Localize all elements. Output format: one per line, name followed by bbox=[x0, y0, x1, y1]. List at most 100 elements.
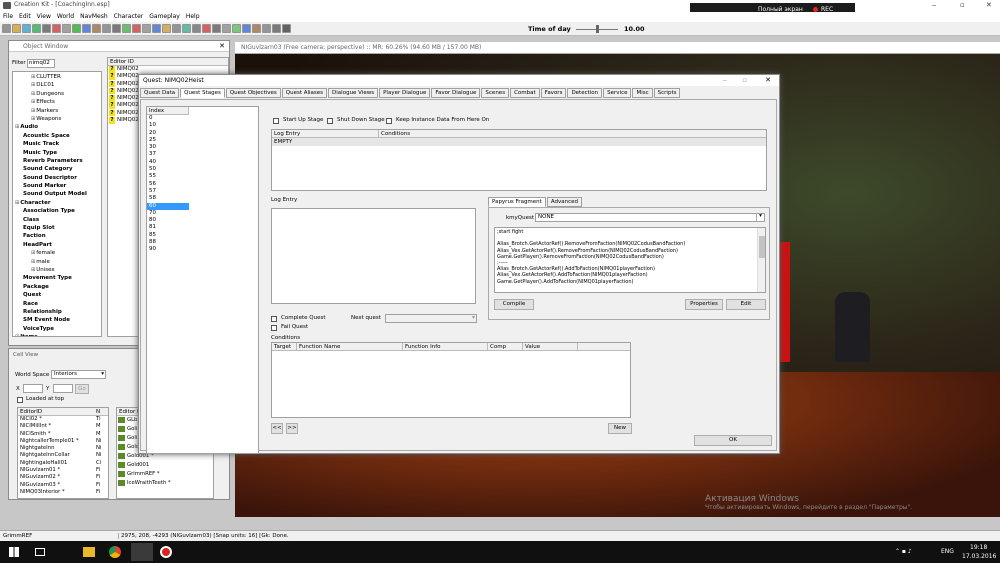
ok-button[interactable]: OK bbox=[694, 435, 772, 446]
stage-index-item[interactable]: 60 bbox=[147, 202, 189, 210]
tree-item[interactable]: ⊞Markers bbox=[13, 107, 101, 115]
tree-item[interactable]: VoiceType bbox=[13, 325, 101, 333]
toolbar-tool-icon[interactable] bbox=[162, 24, 171, 33]
tree-item[interactable]: Association Type bbox=[13, 207, 101, 215]
tree-item[interactable]: Sound Marker bbox=[13, 182, 101, 190]
toolbar-tool-icon[interactable] bbox=[122, 24, 131, 33]
stage-index-item[interactable]: 50 bbox=[147, 166, 189, 173]
tree-item[interactable]: Movement Type bbox=[13, 274, 101, 282]
tree-item[interactable]: Faction bbox=[13, 232, 101, 240]
stage-index-item[interactable]: 10 bbox=[147, 122, 189, 129]
stage-index-item[interactable]: 85 bbox=[147, 232, 189, 239]
toolbar-tool-icon[interactable] bbox=[192, 24, 201, 33]
quest-close-icon[interactable]: ✕ bbox=[765, 76, 771, 84]
toolbar-tool-icon[interactable] bbox=[132, 24, 141, 33]
tab-scenes[interactable]: Scenes bbox=[481, 88, 510, 98]
expand-icon[interactable]: ⊞ bbox=[31, 91, 35, 97]
expand-icon[interactable]: ⊞ bbox=[15, 124, 19, 130]
close-icon[interactable]: ✕ bbox=[986, 1, 992, 9]
expand-icon[interactable]: ⊞ bbox=[31, 74, 35, 80]
tree-item[interactable]: Sound Category bbox=[13, 165, 101, 173]
shutdown-stage-checkbox[interactable] bbox=[327, 118, 333, 124]
tab-player-dialogue[interactable]: Player Dialogue bbox=[379, 88, 431, 98]
tab-quest-objectives[interactable]: Quest Objectives bbox=[225, 88, 281, 98]
toolbar-tool-icon[interactable] bbox=[172, 24, 181, 33]
toolbar-tool-icon[interactable] bbox=[32, 24, 41, 33]
index-header[interactable]: Index bbox=[147, 107, 189, 115]
tree-item[interactable]: Acoustic Space bbox=[13, 132, 101, 140]
tree-item[interactable]: ⊞Effects bbox=[13, 98, 101, 106]
stage-index-item[interactable]: 88 bbox=[147, 239, 189, 246]
tree-item[interactable]: HeadPart bbox=[13, 241, 101, 249]
condition-col-function-name[interactable]: Function Name bbox=[296, 343, 340, 351]
stage-index-item[interactable]: 80 bbox=[147, 217, 189, 224]
condition-col-target[interactable]: Target bbox=[272, 343, 291, 351]
toolbar-tool-icon[interactable] bbox=[72, 24, 81, 33]
toolbar-tool-icon[interactable] bbox=[202, 24, 211, 33]
loaded-at-top-checkbox[interactable] bbox=[17, 397, 23, 403]
toolbar-tool-icon[interactable] bbox=[252, 24, 261, 33]
task-view-icon[interactable] bbox=[35, 548, 45, 556]
toolbar-tool-icon[interactable] bbox=[22, 24, 31, 33]
table-row[interactable]: NIGuvlzarn02 * Fi bbox=[18, 474, 108, 481]
table-row[interactable]: NightcallerTemple01 * Ni bbox=[18, 438, 108, 445]
condition-col-function-info[interactable]: Function Info bbox=[402, 343, 441, 351]
quest-minimize-icon[interactable]: ‒ bbox=[723, 76, 727, 84]
tab-detection[interactable]: Detection bbox=[567, 88, 603, 98]
cell-col-name[interactable]: N bbox=[96, 408, 100, 416]
explorer-icon[interactable] bbox=[83, 547, 95, 557]
toolbar-tool-icon[interactable] bbox=[182, 24, 191, 33]
time-slider-thumb[interactable] bbox=[596, 25, 599, 33]
menu-item-world[interactable]: World bbox=[57, 13, 74, 20]
toolbar-tool-icon[interactable] bbox=[12, 24, 21, 33]
toolbar-tool-icon[interactable] bbox=[262, 24, 271, 33]
stage-index-item[interactable]: 25 bbox=[147, 137, 189, 144]
menu-item-view[interactable]: View bbox=[37, 13, 51, 20]
stage-index-item[interactable]: 30 bbox=[147, 144, 189, 151]
list-item[interactable]: IceWraithTeeth * bbox=[117, 479, 213, 488]
stage-index-item[interactable]: 37 bbox=[147, 151, 189, 158]
tab-scripts[interactable]: Scripts bbox=[653, 88, 681, 98]
tree-item[interactable]: Reverb Parameters bbox=[13, 157, 101, 165]
list-item[interactable]: GrimmREF * bbox=[117, 470, 213, 479]
toolbar-tool-icon[interactable] bbox=[272, 24, 281, 33]
menu-item-character[interactable]: Character bbox=[114, 13, 144, 20]
toolbar-tool-icon[interactable] bbox=[112, 24, 121, 33]
toolbar-tool-icon[interactable] bbox=[212, 24, 221, 33]
menu-item-navmesh[interactable]: NavMesh bbox=[80, 13, 108, 20]
table-row[interactable]: NICI02 * Ti bbox=[18, 416, 108, 423]
tab-combat[interactable]: Combat bbox=[510, 88, 540, 98]
minimize-icon[interactable]: ‒ bbox=[932, 1, 936, 9]
toolbar-tool-icon[interactable] bbox=[2, 24, 11, 33]
fail-quest-checkbox[interactable] bbox=[271, 325, 277, 331]
tab-service[interactable]: Service bbox=[603, 88, 632, 98]
tree-item[interactable]: ⊞Dungeons bbox=[13, 90, 101, 98]
table-row[interactable]: NICISmith * M bbox=[18, 431, 108, 438]
table-row[interactable]: NIGuvlzarn01 * Fi bbox=[18, 467, 108, 474]
tree-item[interactable]: ⊞Character bbox=[13, 199, 101, 207]
stage-index-item[interactable]: 70 bbox=[147, 210, 189, 217]
expand-icon[interactable]: ⊞ bbox=[31, 250, 35, 256]
compile-button[interactable]: Compile bbox=[494, 299, 534, 310]
code-scrollbar-thumb[interactable] bbox=[759, 236, 765, 258]
table-row[interactable]: NIGuvlzarn03 * Fi bbox=[18, 482, 108, 489]
complete-quest-checkbox[interactable] bbox=[271, 316, 277, 322]
object-list-header[interactable]: Editor ID bbox=[108, 58, 228, 66]
expand-icon[interactable]: ⊞ bbox=[15, 200, 19, 206]
tree-item[interactable]: Race bbox=[13, 300, 101, 308]
table-row[interactable]: NightgateInnCellar Ni bbox=[18, 452, 108, 459]
table-row[interactable]: NightingaleHall01 Ci bbox=[18, 460, 108, 467]
stage-index-item[interactable]: 0 bbox=[147, 115, 189, 122]
start-icon[interactable] bbox=[9, 547, 19, 557]
expand-icon[interactable]: ⊞ bbox=[31, 99, 35, 105]
table-row[interactable]: NightgateInn Ni bbox=[18, 445, 108, 452]
table-row[interactable]: NIMQ03Interior * Fi bbox=[18, 489, 108, 496]
tree-item[interactable]: Music Track bbox=[13, 140, 101, 148]
stage-index-item[interactable]: 20 bbox=[147, 130, 189, 137]
stage-index-item[interactable]: 58 bbox=[147, 195, 189, 202]
tree-item[interactable]: ⊞male bbox=[13, 258, 101, 266]
toolbar-tool-icon[interactable] bbox=[42, 24, 51, 33]
y-input[interactable] bbox=[53, 384, 73, 393]
list-item[interactable]: ? NIMQ02 bbox=[108, 66, 228, 73]
toolbar-tool-icon[interactable] bbox=[152, 24, 161, 33]
